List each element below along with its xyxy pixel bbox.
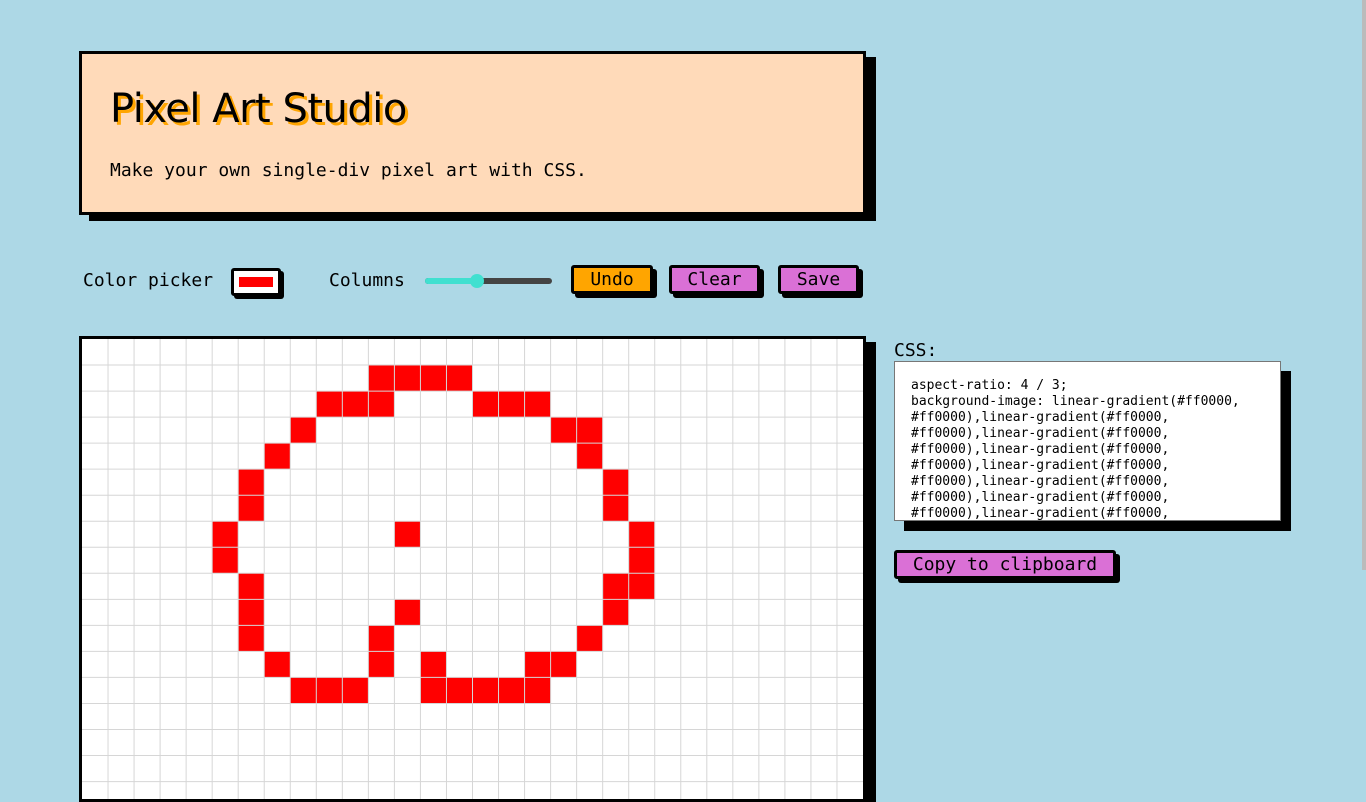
save-button[interactable]: Save (778, 265, 859, 294)
filled-pixel[interactable] (420, 651, 447, 678)
css-output-textarea[interactable] (894, 361, 1281, 521)
filled-pixel[interactable] (602, 573, 629, 600)
filled-pixel[interactable] (394, 599, 421, 626)
filled-pixel[interactable] (394, 521, 421, 548)
copy-to-clipboard-button[interactable]: Copy to clipboard (894, 550, 1116, 579)
filled-pixel[interactable] (264, 651, 291, 678)
filled-pixel[interactable] (368, 651, 395, 678)
filled-pixel[interactable] (212, 547, 239, 574)
filled-pixel[interactable] (550, 417, 577, 444)
filled-pixel[interactable] (524, 677, 551, 704)
undo-button[interactable]: Undo (571, 265, 653, 294)
color-picker-input[interactable] (231, 268, 281, 296)
filled-pixel[interactable] (238, 599, 265, 626)
filled-pixel[interactable] (368, 391, 395, 418)
filled-pixel[interactable] (628, 573, 655, 600)
filled-pixel[interactable] (472, 391, 499, 418)
filled-pixel[interactable] (212, 521, 239, 548)
filled-pixel[interactable] (316, 677, 343, 704)
filled-pixel[interactable] (238, 469, 265, 496)
filled-pixel[interactable] (628, 521, 655, 548)
filled-pixel[interactable] (576, 625, 603, 652)
filled-pixel[interactable] (550, 651, 577, 678)
filled-pixel[interactable] (420, 677, 447, 704)
pixel-canvas[interactable] (79, 336, 866, 802)
filled-pixel[interactable] (290, 677, 317, 704)
selected-color-swatch (239, 277, 273, 287)
pixel-grid[interactable] (82, 339, 863, 799)
filled-pixel[interactable] (238, 573, 265, 600)
filled-pixel[interactable] (602, 495, 629, 522)
filled-pixel[interactable] (524, 391, 551, 418)
filled-pixel[interactable] (446, 365, 473, 392)
filled-pixel[interactable] (628, 547, 655, 574)
columns-slider[interactable] (425, 274, 552, 288)
color-picker-label: Color picker (83, 270, 214, 291)
filled-pixel[interactable] (342, 677, 369, 704)
slider-thumb[interactable] (470, 274, 485, 288)
page-subtitle: Make your own single-div pixel art with … (110, 160, 587, 181)
filled-pixel[interactable] (498, 677, 525, 704)
columns-label: Columns (329, 270, 405, 291)
page-title: Pixel Art Studio (110, 86, 407, 132)
filled-pixel[interactable] (524, 651, 551, 678)
filled-pixel[interactable] (446, 677, 473, 704)
page-scrollbar[interactable] (1362, 0, 1366, 570)
filled-pixel[interactable] (602, 599, 629, 626)
filled-pixel[interactable] (368, 365, 395, 392)
filled-pixel[interactable] (368, 625, 395, 652)
filled-pixel[interactable] (472, 677, 499, 704)
filled-pixel[interactable] (576, 443, 603, 470)
clear-button[interactable]: Clear (669, 265, 760, 294)
filled-pixel[interactable] (264, 443, 291, 470)
filled-pixel[interactable] (602, 469, 629, 496)
filled-pixel[interactable] (238, 625, 265, 652)
filled-pixel[interactable] (290, 417, 317, 444)
filled-pixel[interactable] (342, 391, 369, 418)
filled-pixel[interactable] (498, 391, 525, 418)
css-output-label: CSS: (894, 340, 938, 361)
filled-pixel[interactable] (576, 417, 603, 444)
filled-pixel[interactable] (420, 365, 447, 392)
header-card: Pixel Art Studio Make your own single-di… (79, 51, 866, 215)
filled-pixel[interactable] (394, 365, 421, 392)
filled-pixel[interactable] (316, 391, 343, 418)
filled-pixel[interactable] (238, 495, 265, 522)
